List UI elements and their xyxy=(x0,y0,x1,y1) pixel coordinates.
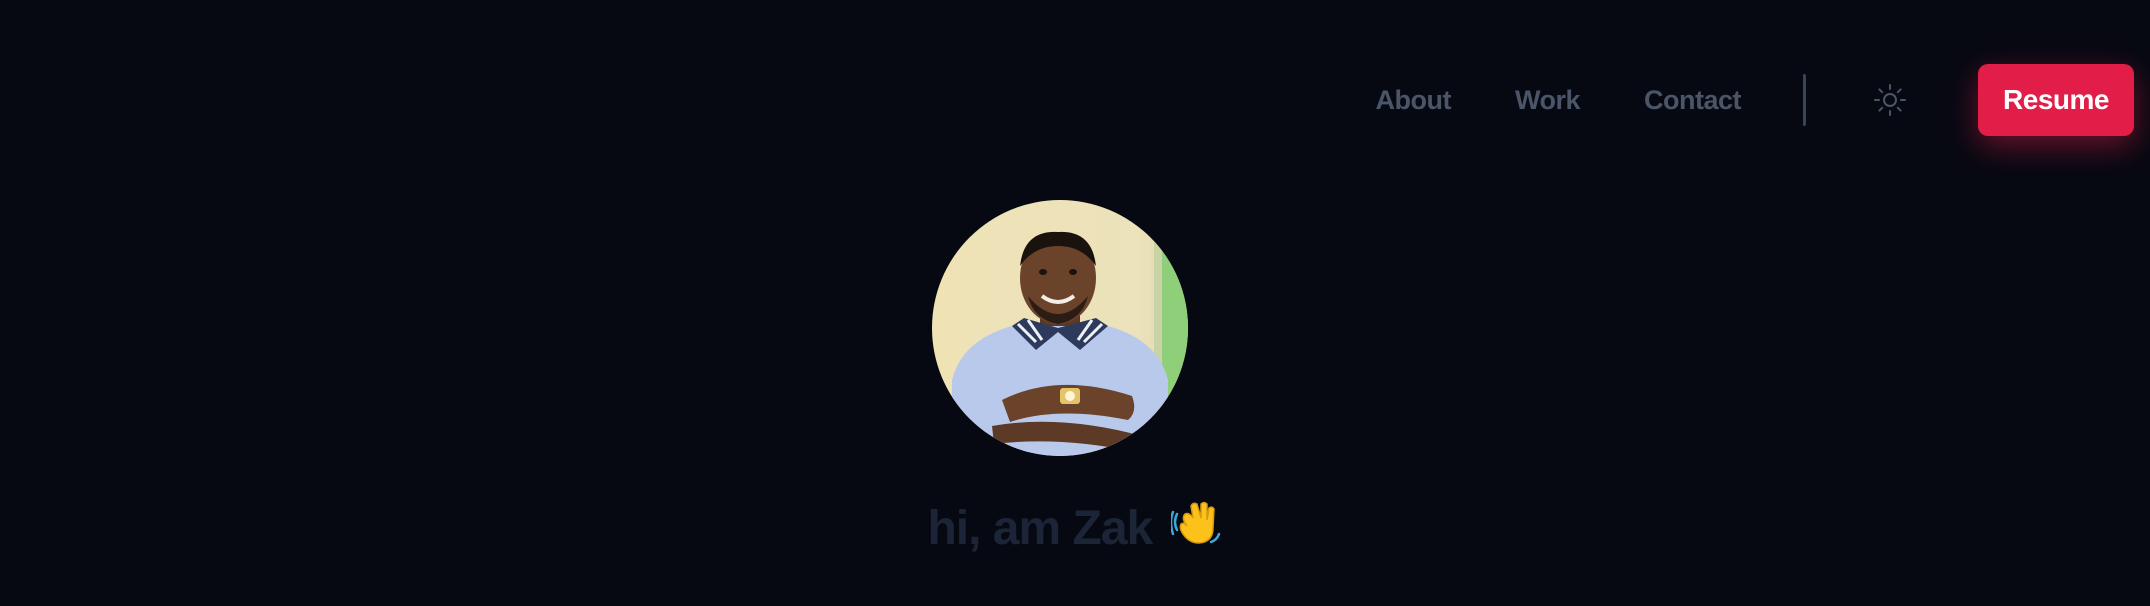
greeting-text: hi, am Zak xyxy=(927,502,1153,555)
page: About Work Contact Resume hi, am Zak xyxy=(0,0,2150,606)
top-nav: About Work Contact Resume xyxy=(1376,64,2134,136)
theme-toggle-button[interactable] xyxy=(1870,80,1910,120)
nav-link-work[interactable]: Work xyxy=(1515,85,1581,116)
resume-button[interactable]: Resume xyxy=(1978,64,2134,136)
profile-photo xyxy=(932,200,1188,456)
waving-hand-icon xyxy=(1169,496,1223,560)
nav-link-about[interactable]: About xyxy=(1376,85,1452,116)
nav-divider xyxy=(1803,74,1806,126)
hero-greeting: hi, am Zak xyxy=(0,496,2150,560)
nav-link-contact[interactable]: Contact xyxy=(1644,85,1742,116)
avatar xyxy=(932,200,1188,456)
sun-icon xyxy=(1874,84,1906,116)
